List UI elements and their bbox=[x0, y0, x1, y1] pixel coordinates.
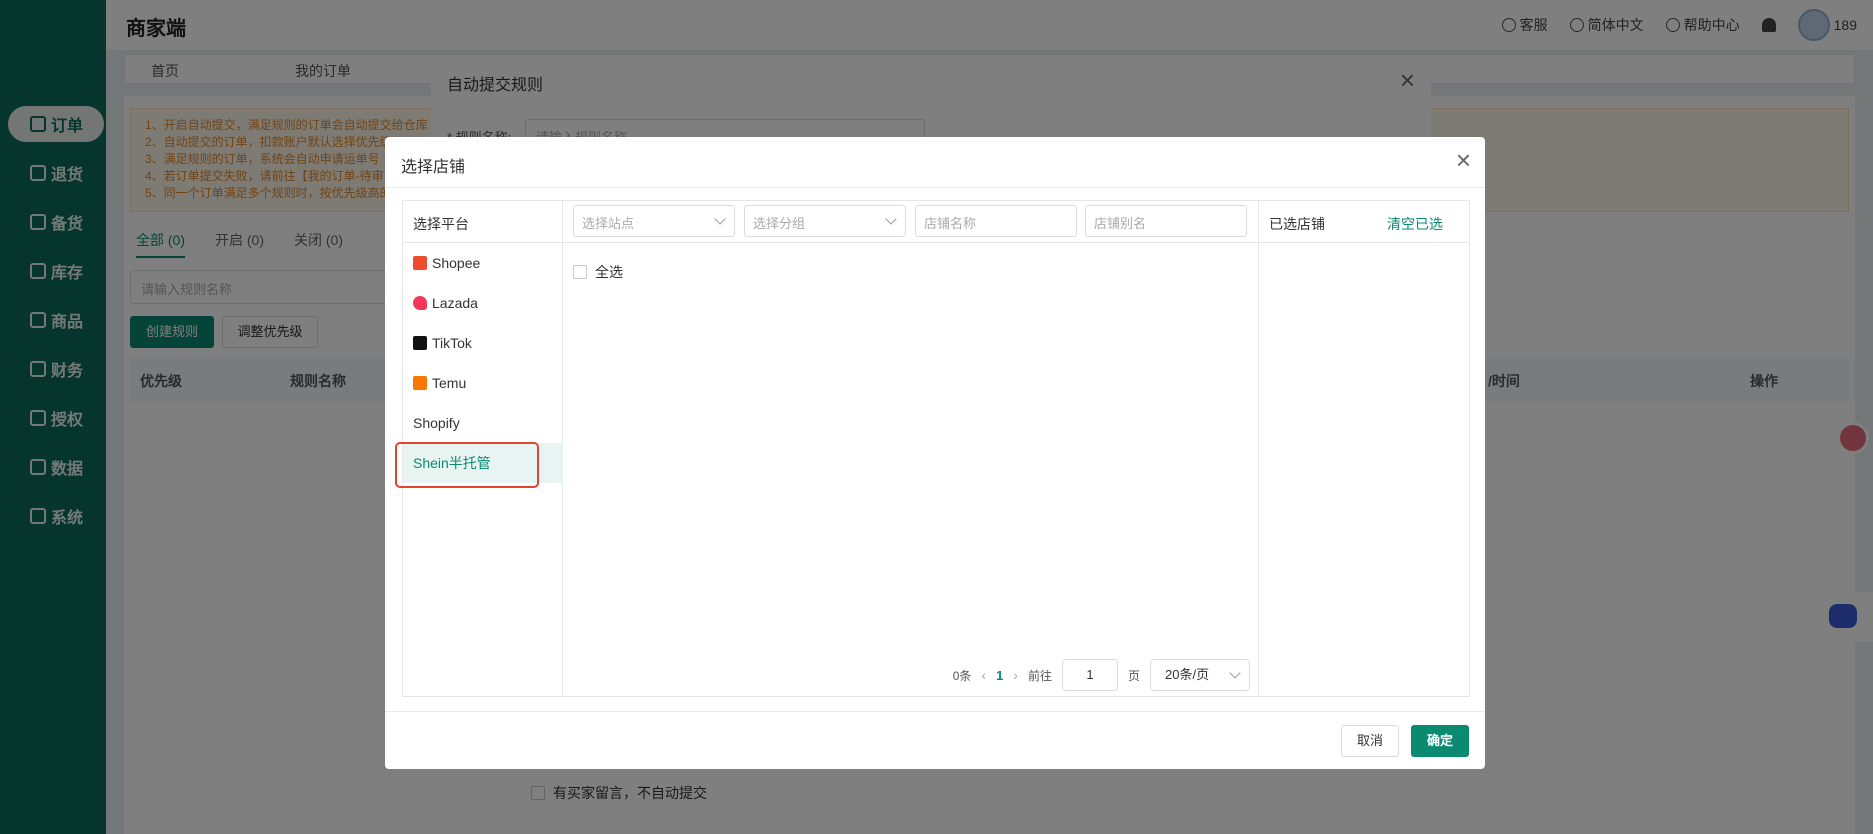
current-page[interactable]: 1 bbox=[996, 668, 1003, 683]
store-alias-input[interactable]: 店铺别名 bbox=[1085, 205, 1247, 237]
tiktok-logo-icon bbox=[413, 336, 427, 350]
store-selector-panel: 选择平台 Shopee Lazada TikTok Temu Shopify S… bbox=[395, 200, 1470, 697]
cancel-button[interactable]: 取消 bbox=[1341, 725, 1399, 757]
divider bbox=[385, 711, 1485, 712]
temu-logo-icon bbox=[413, 376, 427, 390]
goto-label: 前往 bbox=[1027, 668, 1052, 683]
clear-selected-link[interactable]: 清空已选 bbox=[1387, 214, 1443, 232]
prev-page-icon[interactable]: ‹ bbox=[981, 667, 986, 683]
platform-header: 选择平台 bbox=[403, 201, 562, 243]
select-all-label: 全选 bbox=[595, 264, 623, 280]
selected-header-label: 已选店铺 bbox=[1269, 216, 1325, 232]
platform-tiktok[interactable]: TikTok bbox=[403, 323, 563, 363]
selected-header: 已选店铺 清空已选 bbox=[1259, 201, 1469, 243]
checkbox[interactable] bbox=[573, 265, 587, 279]
chevron-down-icon bbox=[1229, 667, 1241, 679]
platform-shopify[interactable]: Shopify bbox=[403, 403, 563, 443]
chevron-down-icon bbox=[885, 213, 897, 225]
store-name-input[interactable]: 店铺名称 bbox=[915, 205, 1077, 237]
select-all-checkbox[interactable]: 全选 bbox=[573, 262, 623, 282]
divider bbox=[385, 187, 1485, 188]
selection-highlight-box bbox=[395, 442, 539, 488]
platform-temu[interactable]: Temu bbox=[403, 363, 563, 403]
platform-column: 选择平台 Shopee Lazada TikTok Temu Shopify S… bbox=[395, 201, 563, 696]
platform-lazada[interactable]: Lazada bbox=[403, 283, 563, 323]
page-unit-label: 页 bbox=[1127, 668, 1140, 683]
filter-bar: 选择站点 选择分组 店铺名称 店铺别名 bbox=[563, 201, 1259, 243]
dialog-title: 选择店铺 bbox=[401, 159, 466, 176]
selected-stores-column: 已选店铺 清空已选 bbox=[1259, 201, 1469, 696]
group-select[interactable]: 选择分组 bbox=[744, 205, 906, 237]
lazada-logo-icon bbox=[413, 296, 427, 310]
chevron-down-icon bbox=[714, 213, 726, 225]
confirm-button[interactable]: 确定 bbox=[1411, 725, 1469, 757]
close-icon[interactable]: × bbox=[1456, 147, 1471, 173]
select-store-dialog: 选择店铺 × 选择平台 Shopee Lazada TikTok Temu Sh… bbox=[385, 137, 1485, 769]
store-list-column: 选择站点 选择分组 店铺名称 店铺别名 全选 0条 ‹ 1 › 前往 1 页 2… bbox=[563, 201, 1259, 696]
platform-shopee[interactable]: Shopee bbox=[403, 243, 563, 283]
pagination: 0条 ‹ 1 › 前往 1 页 20条/页 bbox=[953, 659, 1250, 691]
total-count: 0条 bbox=[952, 668, 972, 683]
next-page-icon[interactable]: › bbox=[1013, 667, 1018, 683]
page-number-input[interactable]: 1 bbox=[1061, 659, 1118, 691]
page-size-select[interactable]: 20条/页 bbox=[1150, 659, 1250, 691]
site-select[interactable]: 选择站点 bbox=[573, 205, 735, 237]
shopee-logo-icon bbox=[413, 256, 427, 270]
